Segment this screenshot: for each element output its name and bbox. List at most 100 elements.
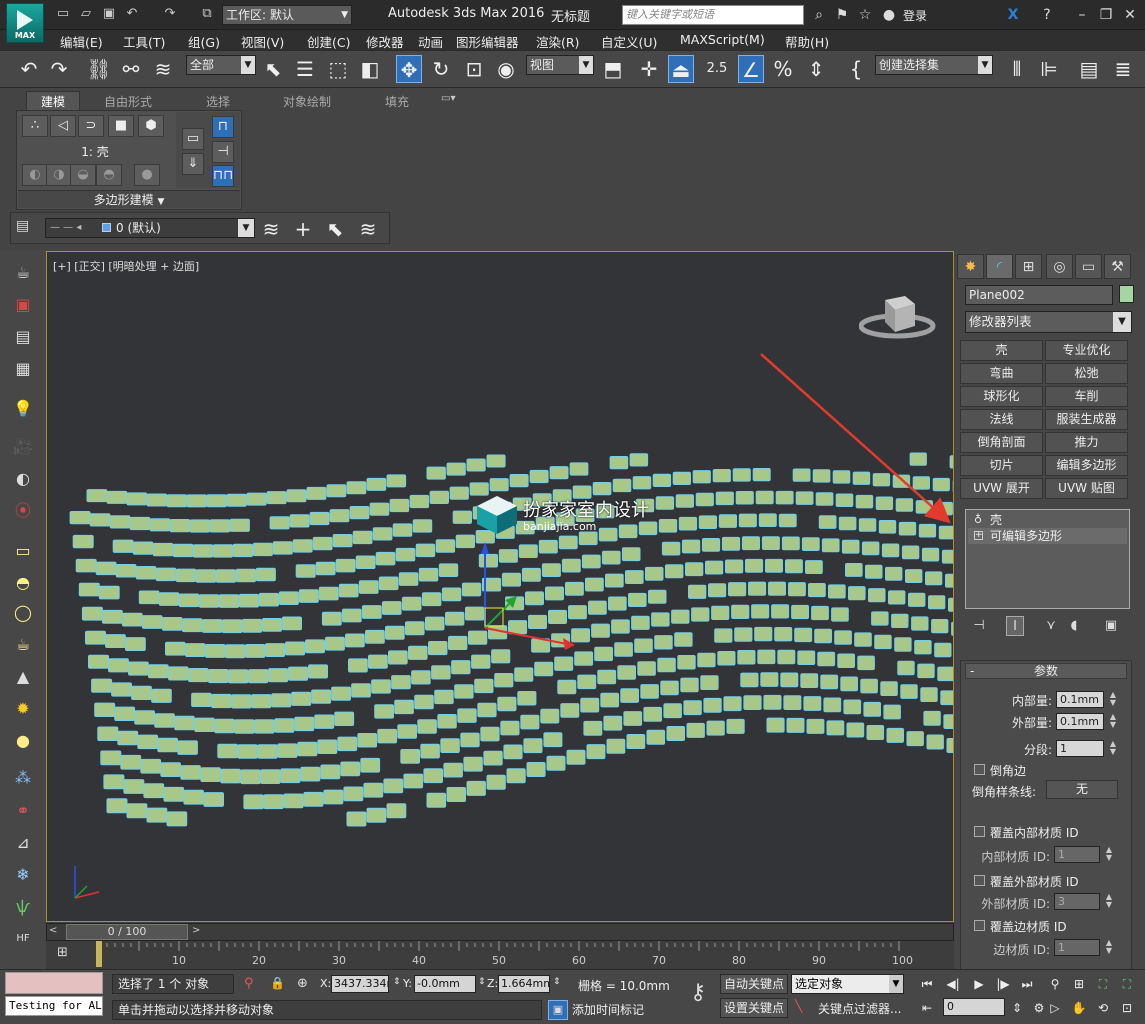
bevel-spline-button[interactable]: 无	[1046, 780, 1118, 799]
helper-icon[interactable]: ◐	[10, 466, 36, 492]
motion-tab-icon[interactable]: ◎	[1046, 254, 1073, 279]
bind-spacewarp-icon[interactable]: ≋	[150, 55, 176, 83]
menu-item[interactable]: 视图(V)	[241, 32, 284, 51]
modifier-button[interactable]: 松弛	[1045, 363, 1128, 384]
spinner-arrows-icon[interactable]: ⇕	[553, 977, 561, 987]
vertex-mode-icon[interactable]: ∴	[22, 115, 48, 137]
help-icon[interactable]: ?	[1038, 6, 1056, 24]
configure-modifier-sets-icon[interactable]: ▣	[1102, 616, 1120, 636]
pivot-center-icon[interactable]: ⬒	[600, 55, 626, 83]
stack-item-shell[interactable]: ♁ 壳	[968, 512, 1127, 528]
modifier-button[interactable]: 编辑多边形	[1045, 455, 1128, 476]
subscription-icon[interactable]: ⚑	[833, 6, 851, 24]
set-key-button[interactable]: 设置关键点	[720, 998, 788, 1018]
modify-tab-icon[interactable]: ◜	[986, 254, 1013, 279]
auto-key-button[interactable]: 自动关键点	[720, 974, 788, 994]
outer-mat-id-input[interactable]: 3	[1054, 893, 1100, 910]
mirror-icon[interactable]: ⫴	[1004, 55, 1030, 83]
exchange-apps-icon[interactable]: X	[1004, 6, 1022, 24]
select-place-icon[interactable]: ◉	[493, 55, 519, 83]
object-color-swatch[interactable]	[1119, 285, 1134, 303]
scene-explorer-icon[interactable]: ≣	[1110, 55, 1136, 83]
undo-icon[interactable]: ↶	[124, 6, 140, 22]
lock-selection-icon[interactable]: 🔒	[270, 976, 285, 990]
pin-stack-icon[interactable]: ⊣	[970, 616, 988, 636]
prev-modifier-icon[interactable]: ◐	[22, 164, 48, 186]
absolute-relative-icon[interactable]: ⊕	[297, 976, 308, 991]
select-by-name-icon[interactable]: ☰	[292, 55, 318, 83]
prev-frame-icon[interactable]: ◀|	[944, 974, 962, 994]
camera-icon[interactable]: 🎥	[10, 434, 36, 460]
zoom-icon[interactable]: ⚲	[1046, 974, 1064, 994]
plane-icon[interactable]: ▭	[10, 538, 36, 564]
polygon-mode-icon[interactable]: ■	[108, 115, 134, 137]
collapse-stack-icon[interactable]: ◒	[70, 164, 96, 186]
maximize-viewport-icon[interactable]: ⊡	[1118, 998, 1136, 1018]
edge-mode-icon[interactable]: ◁	[50, 115, 76, 137]
menu-item[interactable]: 组(G)	[188, 32, 220, 51]
binoculars-icon[interactable]: ⌕	[810, 6, 828, 24]
set-key-icon[interactable]: ⚷	[680, 980, 716, 1010]
project-folder-icon[interactable]: ⧉	[199, 6, 215, 22]
edit-named-sel-icon[interactable]: {	[843, 55, 869, 83]
tab-object-paint[interactable]: 对象绘制	[283, 93, 331, 110]
film-icon[interactable]: ⦿	[10, 498, 36, 524]
menu-item[interactable]: 图形编辑器	[456, 32, 519, 51]
outer-amount-input[interactable]: 0.1mm	[1056, 713, 1104, 730]
modifier-button[interactable]: 法线	[960, 409, 1043, 430]
next-frame-icon[interactable]: |▶	[994, 974, 1012, 994]
minimize-icon[interactable]: –	[1070, 5, 1094, 25]
field-of-view-icon[interactable]: ▷	[1046, 998, 1064, 1018]
layer-manager-icon[interactable]: ▤	[1076, 55, 1102, 83]
use-nurms-icon[interactable]: ⊓	[212, 116, 234, 138]
hemisphere-icon[interactable]: ◓	[10, 570, 36, 596]
key-mode-select[interactable]: 选定对象 ▼	[791, 974, 904, 994]
listener-output[interactable]: Testing for ALL	[5, 996, 103, 1016]
menu-item[interactable]: 自定义(U)	[601, 32, 657, 51]
curve-editor-icon[interactable]: ⊞	[57, 945, 68, 960]
restore-icon[interactable]: ❐	[1094, 5, 1118, 25]
y-coord-input[interactable]: -0.0mm	[414, 975, 476, 993]
modifier-button[interactable]: 专业优化	[1045, 340, 1128, 361]
zoom-all-icon[interactable]: ⊞	[1070, 974, 1088, 994]
hair-fur-icon[interactable]: HF	[10, 926, 36, 952]
snowflake-icon[interactable]: ❄	[10, 862, 36, 888]
viewcube[interactable]	[858, 288, 943, 355]
menu-item[interactable]: 创建(C)	[307, 32, 350, 51]
spinner-arrows-icon[interactable]: ▲ ▼	[1104, 846, 1114, 863]
isolate-selection-icon[interactable]: ⚲	[244, 976, 254, 991]
parameters-rollout-header[interactable]: - 参数	[965, 663, 1127, 679]
menu-item[interactable]: MAXScript(M)	[680, 32, 765, 47]
z-coord-input[interactable]: 1.664mm	[498, 975, 550, 993]
constraint-icon[interactable]: ⊓⊓	[212, 165, 234, 187]
spinner-arrows-icon[interactable]: ▲ ▼	[1108, 713, 1118, 730]
menu-item[interactable]: 工具(T)	[123, 32, 165, 51]
unlink-icon[interactable]: ⚯	[118, 55, 144, 83]
menu-item[interactable]: 修改器	[366, 32, 404, 51]
light-icon[interactable]: 💡	[10, 396, 36, 422]
edge-mat-id-input[interactable]: 1	[1054, 939, 1100, 956]
create-tab-icon[interactable]: ✸	[957, 254, 984, 279]
override-edge-mat-checkbox[interactable]	[974, 920, 985, 931]
spinner-arrows-icon[interactable]: ⇕	[393, 977, 401, 987]
new-layer-icon[interactable]: ≋	[258, 215, 284, 243]
tab-freeform[interactable]: 自由形式	[104, 93, 152, 110]
repeat-last-icon[interactable]: ⇓	[182, 153, 204, 175]
hierarchy-tab-icon[interactable]: ⊞	[1015, 254, 1042, 279]
named-selection-select[interactable]: 创建选择集 ▼	[875, 55, 993, 75]
x-coord-input[interactable]: 3437.334m	[331, 975, 389, 993]
key-mode-toggle-icon[interactable]: ⇤	[918, 998, 936, 1018]
save-file-icon[interactable]: ▣	[101, 6, 117, 22]
next-modifier-icon[interactable]: ◑	[46, 164, 72, 186]
layer-manager-icon[interactable]: ▤	[16, 218, 29, 234]
modifier-stack[interactable]: ♁ 壳 + 可编辑多边形	[965, 509, 1130, 609]
viewport[interactable]: [+] [正交] [明暗处理 + 边面] 扮家家室内设计 banjiajia.c…	[46, 251, 954, 922]
preserve-uv-icon[interactable]: ▭	[182, 128, 204, 150]
tab-selection[interactable]: 选择	[206, 93, 230, 110]
set-current-layer-icon[interactable]: ≋	[355, 215, 381, 243]
sphere-icon[interactable]: ◯	[10, 600, 36, 626]
modifier-button[interactable]: 切片	[960, 455, 1043, 476]
render-frame-icon[interactable]: ▣	[10, 292, 36, 318]
modifier-button[interactable]: 壳	[960, 340, 1043, 361]
redo-icon[interactable]: ↷	[46, 55, 72, 83]
